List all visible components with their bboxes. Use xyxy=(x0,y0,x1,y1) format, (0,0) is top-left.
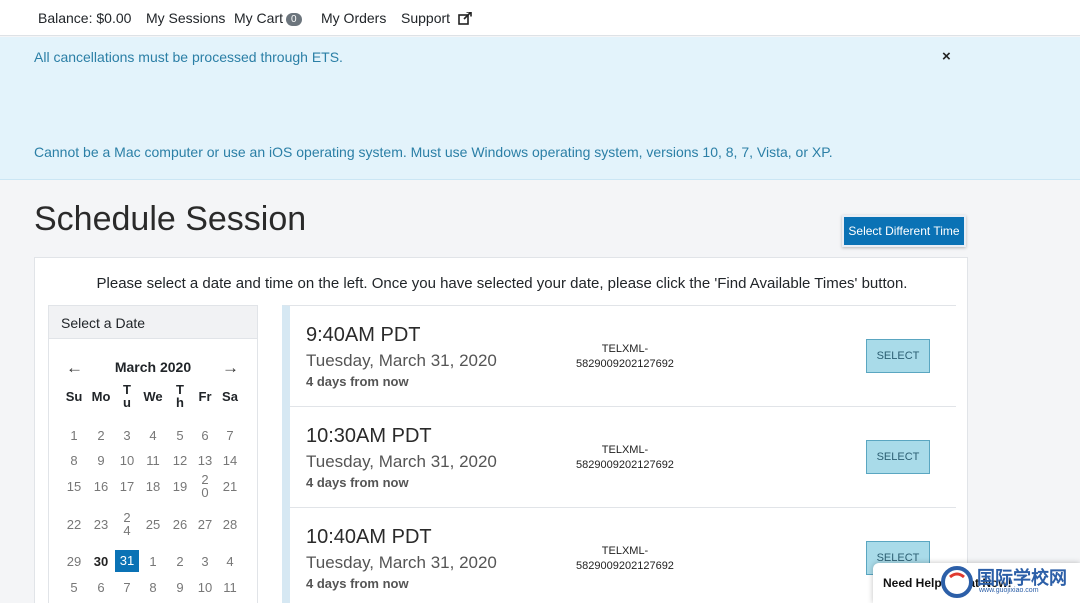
calendar-day[interactable]: 21 xyxy=(218,480,242,493)
calendar-day[interactable]: 27 xyxy=(193,518,217,531)
slot-time: 9:40AM PDT xyxy=(306,324,421,346)
calendar-weekday-label: Su xyxy=(65,389,83,404)
time-slot: 10:30AM PDT Tuesday, March 31, 2020 4 da… xyxy=(290,407,956,508)
slot-code: TELXML- 5829009202127692 xyxy=(550,544,700,574)
slot-relative-date: 4 days from now xyxy=(306,576,409,591)
time-slot-list: 9:40AM PDT Tuesday, March 31, 2020 4 day… xyxy=(282,305,956,603)
calendar-day[interactable]: 5 xyxy=(62,581,86,594)
calendar-day[interactable]: 26 xyxy=(168,518,192,531)
page-title: Schedule Session xyxy=(34,200,307,238)
arrow-right-icon[interactable]: → xyxy=(222,358,239,378)
top-nav: Balance: $0.00 My Sessions My Cart 0 My O… xyxy=(0,0,1080,36)
calendar-day[interactable]: 31 xyxy=(115,550,139,572)
calendar-day[interactable]: 2 xyxy=(89,429,113,442)
slot-code-line1: TELXML- xyxy=(601,545,649,557)
slot-date: Tuesday, March 31, 2020 xyxy=(306,452,497,471)
slot-code-line2: 5829009202127692 xyxy=(576,459,674,471)
calendar-day[interactable]: 1 xyxy=(62,429,86,442)
calendar-day[interactable]: 3 xyxy=(193,555,217,568)
date-panel-header: Select a Date xyxy=(49,306,257,339)
my-orders-link[interactable]: My Orders xyxy=(321,10,386,26)
calendar-weekday-label: Fr xyxy=(198,389,212,404)
calendar-day[interactable]: 2 4 xyxy=(115,511,139,537)
support-link[interactable]: Support xyxy=(401,10,472,26)
select-slot-button[interactable]: SELECT xyxy=(866,339,930,373)
slot-time: 10:40AM PDT xyxy=(306,526,432,548)
slot-relative-date: 4 days from now xyxy=(306,475,409,490)
time-slot: 10:40AM PDT Tuesday, March 31, 2020 4 da… xyxy=(290,508,956,603)
slot-time: 10:30AM PDT xyxy=(306,425,432,447)
calendar-weekday-label: T h xyxy=(176,382,184,410)
calendar-day[interactable]: 2 0 xyxy=(193,473,217,499)
calendar-day[interactable]: 8 xyxy=(62,454,86,467)
chat-help-widget[interactable]: Need Help? Chat Now! 国际学校网 www.guojixiao… xyxy=(873,563,1080,603)
slot-code: TELXML- 5829009202127692 xyxy=(550,342,700,372)
slot-date: Tuesday, March 31, 2020 xyxy=(306,553,497,572)
slot-code-line1: TELXML- xyxy=(601,343,649,355)
calendar-day[interactable]: 10 xyxy=(193,581,217,594)
cart-count-badge: 0 xyxy=(286,13,302,26)
calendar-day[interactable]: 11 xyxy=(141,454,165,467)
alert-cancellation-text: All cancellations must be processed thro… xyxy=(34,49,343,65)
calendar-day[interactable]: 8 xyxy=(141,581,165,594)
calendar-day[interactable]: 30 xyxy=(89,555,113,568)
calendar-day[interactable]: 2 xyxy=(168,555,192,568)
instructions-text: Please select a date and time on the lef… xyxy=(96,275,908,292)
calendar-weekday-label: Sa xyxy=(222,389,238,404)
calendar-weekday-label: Mo xyxy=(91,389,111,404)
my-sessions-link[interactable]: My Sessions xyxy=(146,10,225,26)
calendar-day[interactable]: 23 xyxy=(89,518,113,531)
calendar-day[interactable]: 5 xyxy=(168,429,192,442)
alert-requirements-text: Cannot be a Mac computer or use an iOS o… xyxy=(34,144,833,160)
select-slot-button[interactable]: SELECT xyxy=(866,440,930,474)
calendar-day[interactable]: 22 xyxy=(62,518,86,531)
calendar-day[interactable]: 6 xyxy=(193,429,217,442)
calendar-day[interactable]: 4 xyxy=(141,429,165,442)
calendar-day[interactable]: 25 xyxy=(141,518,165,531)
slot-code-line2: 5829009202127692 xyxy=(576,358,674,370)
calendar-day[interactable]: 15 xyxy=(62,480,86,493)
calendar-day[interactable]: 14 xyxy=(218,454,242,467)
calendar-day[interactable]: 18 xyxy=(141,480,165,493)
date-picker-panel: Select a Date March 2020 ← → Su Mo T u We T … xyxy=(48,305,258,603)
close-icon[interactable]: × xyxy=(942,48,951,65)
external-link-icon xyxy=(458,12,472,25)
calendar-day[interactable]: 16 xyxy=(89,480,113,493)
slot-date: Tuesday, March 31, 2020 xyxy=(306,351,497,370)
calendar-day[interactable]: 28 xyxy=(218,518,242,531)
info-alert: All cancellations must be processed thro… xyxy=(0,37,1080,180)
chat-icon xyxy=(941,566,973,598)
select-different-time-button[interactable]: Select Different Time xyxy=(842,215,966,247)
calendar-day[interactable]: 17 xyxy=(115,480,139,493)
my-cart-label: My Cart xyxy=(234,10,283,26)
calendar-day[interactable]: 29 xyxy=(62,555,86,568)
calendar-day[interactable]: 7 xyxy=(115,581,139,594)
calendar-day[interactable]: 13 xyxy=(193,454,217,467)
time-slot: 9:40AM PDT Tuesday, March 31, 2020 4 day… xyxy=(290,306,956,407)
slot-code-line1: TELXML- xyxy=(601,444,649,456)
calendar-day[interactable]: 12 xyxy=(168,454,192,467)
calendar-day[interactable]: 9 xyxy=(89,454,113,467)
calendar-day[interactable]: 11 xyxy=(218,581,242,594)
slot-code: TELXML- 5829009202127692 xyxy=(550,443,700,473)
calendar-day[interactable]: 6 xyxy=(89,581,113,594)
balance-link[interactable]: Balance: $0.00 xyxy=(38,10,131,26)
calendar-day[interactable]: 10 xyxy=(115,454,139,467)
slot-code-line2: 5829009202127692 xyxy=(576,560,674,572)
slot-relative-date: 4 days from now xyxy=(306,374,409,389)
calendar-day[interactable]: 19 xyxy=(168,480,192,493)
calendar-day[interactable]: 1 xyxy=(141,555,165,568)
calendar-day[interactable]: 3 xyxy=(115,429,139,442)
schedule-card: Please select a date and time on the lef… xyxy=(34,257,968,603)
calendar-day[interactable]: 7 xyxy=(218,429,242,442)
my-cart-link[interactable]: My Cart 0 xyxy=(234,10,302,26)
calendar-day[interactable]: 9 xyxy=(168,581,192,594)
arrow-left-icon[interactable]: ← xyxy=(66,358,83,378)
watermark-url: www.guojixiao.com xyxy=(979,587,1039,594)
calendar-weekday-label: T u xyxy=(123,382,131,410)
calendar-weekday-label: We xyxy=(143,389,163,404)
support-label: Support xyxy=(401,10,451,26)
calendar-day[interactable]: 4 xyxy=(218,555,242,568)
